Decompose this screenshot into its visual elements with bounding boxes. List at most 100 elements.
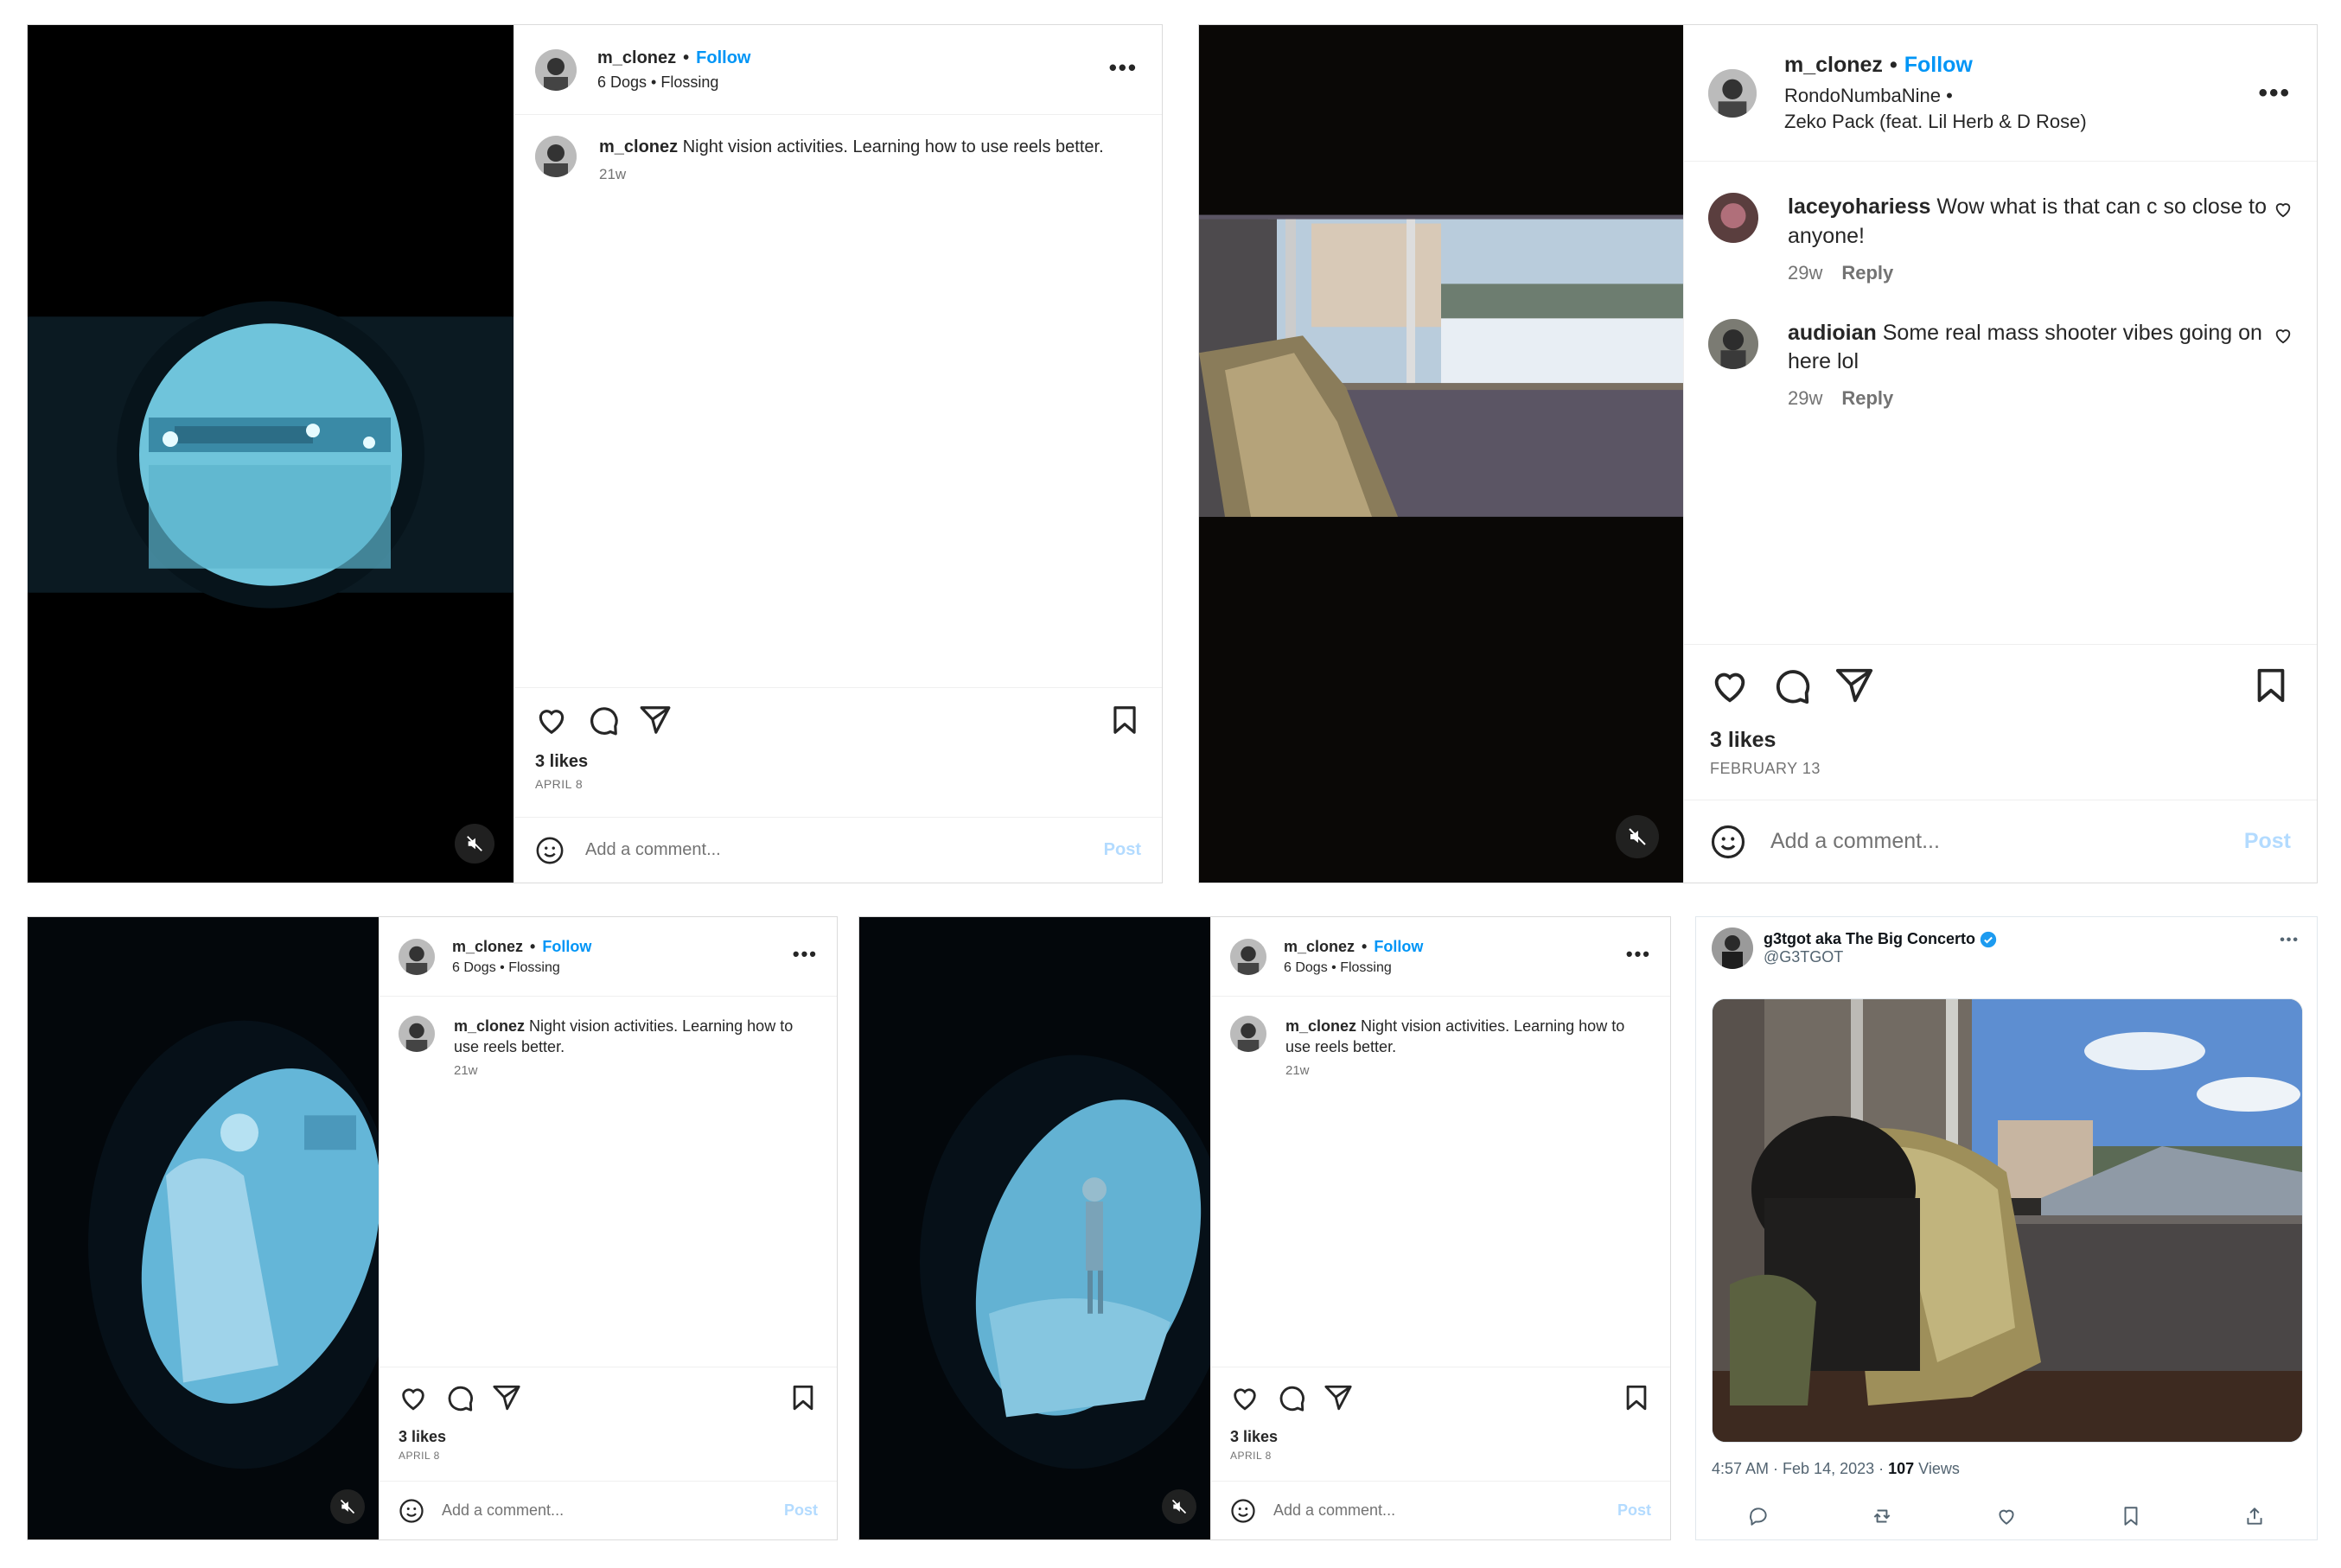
caption-username[interactable]: m_clonez bbox=[599, 137, 678, 156]
more-icon[interactable]: ••• bbox=[2280, 933, 2300, 948]
heart-icon[interactable] bbox=[535, 704, 568, 736]
caption-username[interactable]: m_clonez bbox=[1285, 1017, 1356, 1035]
comment-heart-icon[interactable] bbox=[2274, 326, 2293, 345]
follow-button[interactable]: Follow bbox=[1374, 938, 1423, 955]
night-vision-video bbox=[859, 917, 1210, 1539]
comment-icon[interactable] bbox=[1772, 666, 1812, 705]
reply-icon[interactable] bbox=[1747, 1505, 1770, 1527]
avatar[interactable] bbox=[399, 938, 435, 975]
audio-subtitle[interactable]: Zeko Pack (feat. Lil Herb & D Rose) bbox=[1784, 111, 2087, 133]
comment-input[interactable]: Add a comment... bbox=[1770, 829, 2244, 854]
share-icon[interactable] bbox=[1834, 666, 1874, 705]
post-comment-button[interactable]: Post bbox=[1617, 1501, 1651, 1520]
bookmark-icon[interactable] bbox=[2251, 666, 2291, 705]
upload-icon[interactable] bbox=[2243, 1505, 2266, 1527]
avatar[interactable] bbox=[535, 136, 577, 177]
post-3-media[interactable] bbox=[28, 917, 379, 1539]
follow-button[interactable]: Follow bbox=[1904, 53, 1973, 77]
follow-button[interactable]: Follow bbox=[696, 48, 750, 67]
post-comment-button[interactable]: Post bbox=[2244, 829, 2291, 854]
audio-subtitle[interactable]: 6 Dogs • Flossing bbox=[597, 73, 751, 92]
audio-subtitle[interactable]: 6 Dogs • Flossing bbox=[452, 960, 591, 976]
more-icon[interactable]: ••• bbox=[2258, 79, 2291, 108]
heart-icon[interactable] bbox=[1230, 1383, 1260, 1412]
mute-button[interactable] bbox=[330, 1489, 365, 1524]
comment-icon[interactable] bbox=[445, 1383, 475, 1412]
comment-icon[interactable] bbox=[1277, 1383, 1306, 1412]
avatar[interactable] bbox=[535, 48, 577, 91]
post-actions: 3 likes February 13 bbox=[1684, 644, 2317, 800]
comment-input[interactable]: Add a comment... bbox=[1273, 1501, 1617, 1520]
avatar[interactable] bbox=[1230, 1016, 1266, 1052]
mute-button[interactable] bbox=[455, 824, 494, 864]
comment-icon[interactable] bbox=[587, 704, 620, 736]
comment-heart-icon[interactable] bbox=[2274, 200, 2293, 219]
share-icon[interactable] bbox=[639, 704, 672, 736]
mute-button[interactable] bbox=[1162, 1489, 1196, 1524]
post-1: m_clonez • Follow 6 Dogs • Flossing ••• m_… bbox=[27, 24, 1163, 883]
window-video bbox=[1199, 25, 1683, 883]
caption-row: m_clonez Night vision activities. Learni… bbox=[1230, 1016, 1651, 1078]
more-icon[interactable]: ••• bbox=[1109, 54, 1138, 81]
caption-username[interactable]: m_clonez bbox=[454, 1017, 525, 1035]
tweet-display-name[interactable]: g3tgot aka The Big Concerto bbox=[1764, 930, 1975, 948]
post-comment-button[interactable]: Post bbox=[784, 1501, 818, 1520]
emoji-icon[interactable] bbox=[535, 836, 565, 865]
tweet-views-count: 107 bbox=[1888, 1460, 1915, 1477]
username[interactable]: m_clonez bbox=[1284, 938, 1355, 955]
username[interactable]: m_clonez bbox=[1784, 53, 1883, 77]
bookmark-icon[interactable] bbox=[1108, 704, 1141, 736]
tweet-avatar[interactable] bbox=[1712, 927, 1753, 969]
follow-button[interactable]: Follow bbox=[542, 938, 591, 955]
reply-button[interactable]: Reply bbox=[1841, 262, 1893, 284]
share-icon[interactable] bbox=[492, 1383, 521, 1412]
username[interactable]: m_clonez bbox=[597, 48, 676, 67]
tweet-card[interactable]: g3tgot aka The Big Concerto @G3TGOT ••• bbox=[1695, 916, 2318, 1540]
tweet-photo[interactable] bbox=[1712, 998, 2303, 1443]
likes-count[interactable]: 3 likes bbox=[1710, 728, 2291, 753]
tweet-time[interactable]: 4:57 AM · Feb 14, 2023 · bbox=[1712, 1460, 1888, 1477]
likes-count[interactable]: 3 likes bbox=[535, 752, 1141, 772]
comments-area: m_clonez Night vision activities. Learni… bbox=[1211, 997, 1670, 1367]
mute-button[interactable] bbox=[1616, 815, 1659, 858]
avatar[interactable] bbox=[1708, 193, 1758, 243]
post-2: m_clonez • Follow RondoNumbaNine • Zeko Pa… bbox=[1198, 24, 2318, 883]
heart-icon[interactable] bbox=[1710, 666, 1750, 705]
post-date: April 8 bbox=[535, 777, 584, 791]
more-icon[interactable]: ••• bbox=[793, 943, 818, 966]
tweet-actions bbox=[1696, 1501, 2317, 1531]
reply-button[interactable]: Reply bbox=[1841, 387, 1893, 409]
avatar[interactable] bbox=[399, 1016, 435, 1052]
comment-username[interactable]: laceyohariess bbox=[1788, 194, 1930, 219]
share-icon[interactable] bbox=[1324, 1383, 1353, 1412]
post-2-media[interactable] bbox=[1199, 25, 1683, 883]
heart-icon[interactable] bbox=[399, 1383, 428, 1412]
comment-input[interactable]: Add a comment... bbox=[442, 1501, 784, 1520]
bookmark-icon[interactable] bbox=[1622, 1383, 1651, 1412]
post-4-panel: m_clonez • Follow 6 Dogs • Flossing ••• m_… bbox=[1210, 917, 1670, 1539]
artist-subtitle[interactable]: RondoNumbaNine • bbox=[1784, 85, 2087, 107]
bookmark-icon[interactable] bbox=[788, 1383, 818, 1412]
tweet-bookmark-icon[interactable] bbox=[2120, 1505, 2142, 1527]
emoji-icon[interactable] bbox=[399, 1498, 424, 1524]
avatar[interactable] bbox=[1230, 938, 1266, 975]
post-comment-button[interactable]: Post bbox=[1104, 840, 1141, 860]
username[interactable]: m_clonez bbox=[452, 938, 523, 955]
comment-input[interactable]: Add a comment... bbox=[585, 840, 1104, 860]
audio-subtitle[interactable]: 6 Dogs • Flossing bbox=[1284, 960, 1423, 976]
more-icon[interactable]: ••• bbox=[1626, 943, 1651, 966]
likes-count[interactable]: 3 likes bbox=[399, 1428, 818, 1446]
comment-age: 29w bbox=[1788, 261, 1823, 284]
avatar[interactable] bbox=[1708, 68, 1757, 118]
emoji-icon[interactable] bbox=[1230, 1498, 1256, 1524]
like-icon[interactable] bbox=[1995, 1505, 2018, 1527]
caption-row: m_clonez Night vision activities. Learni… bbox=[535, 136, 1141, 183]
emoji-icon[interactable] bbox=[1710, 824, 1746, 860]
retweet-icon[interactable] bbox=[1871, 1505, 1893, 1527]
avatar[interactable] bbox=[1708, 318, 1758, 369]
post-4-media[interactable] bbox=[859, 917, 1210, 1539]
tweet-handle[interactable]: @G3TGOT bbox=[1764, 948, 1997, 966]
likes-count[interactable]: 3 likes bbox=[1230, 1428, 1651, 1446]
post-1-media[interactable] bbox=[28, 25, 513, 883]
comment-username[interactable]: audioian bbox=[1788, 321, 1877, 345]
